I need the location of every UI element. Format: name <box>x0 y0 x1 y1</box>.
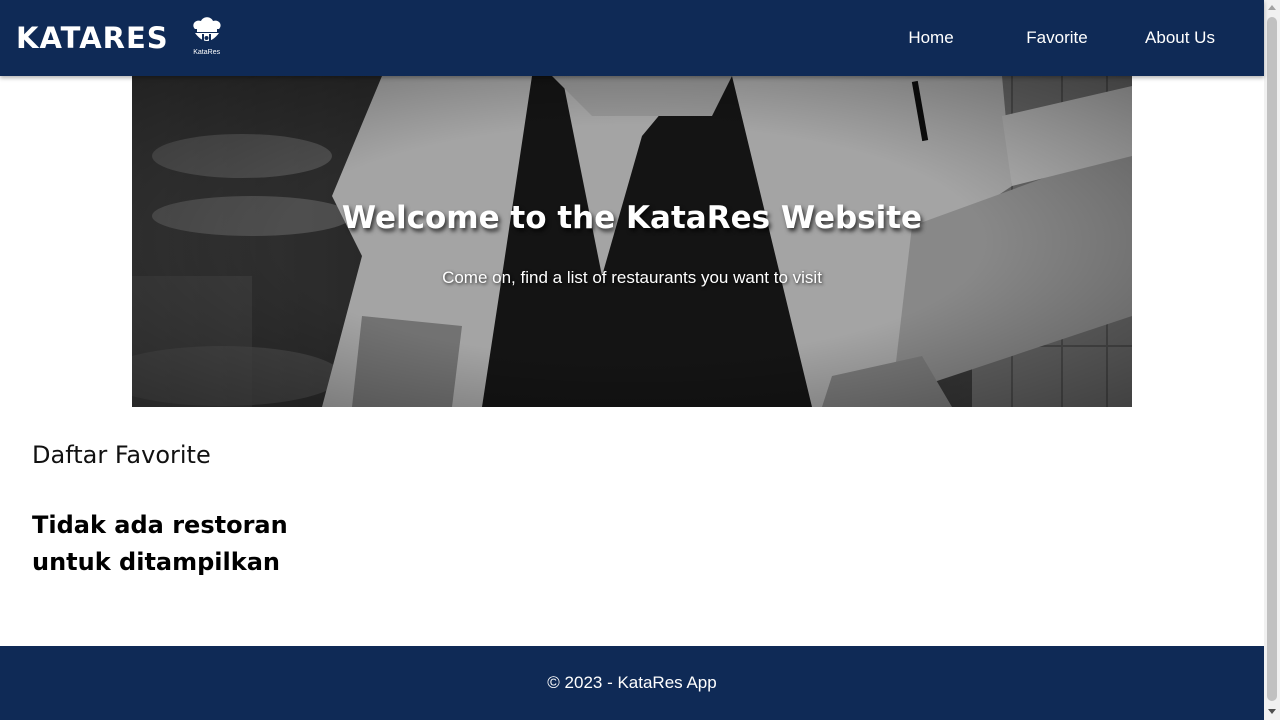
nav-about-link[interactable]: About Us <box>1143 28 1217 48</box>
app-bar: KATARES KataRes Home Favorite About Us <box>0 0 1264 76</box>
chef-hat-logo-icon <box>193 17 221 44</box>
scroll-down-arrow-icon[interactable] <box>1268 709 1276 714</box>
footer-copyright: © 2023 - KataRes App <box>547 673 717 692</box>
logo-caption: KataRes <box>193 49 221 56</box>
footer: © 2023 - KataRes App <box>0 646 1264 720</box>
page-scrollbar[interactable] <box>1264 0 1280 720</box>
hero-subtitle: Come on, find a list of restaurants you … <box>442 268 822 287</box>
nav-home-link[interactable]: Home <box>906 28 956 48</box>
hero-banner: Welcome to the KataRes Website Come on, … <box>132 76 1132 407</box>
brand-logo-icon: KataRes <box>187 15 227 61</box>
scroll-up-arrow-icon[interactable] <box>1268 5 1276 10</box>
scroll-thumb[interactable] <box>1267 17 1277 701</box>
hero-title: Welcome to the KataRes Website <box>341 200 923 236</box>
section-heading: Daftar Favorite <box>32 441 211 469</box>
hero-text: Welcome to the KataRes Website Come on, … <box>132 76 1132 407</box>
brand-title[interactable]: KATARES <box>16 21 169 55</box>
empty-state-message: Tidak ada restoran untuk ditampilkan <box>32 511 288 576</box>
brand[interactable]: KATARES KataRes <box>16 15 227 61</box>
nav-favorite-link[interactable]: Favorite <box>1022 28 1092 48</box>
